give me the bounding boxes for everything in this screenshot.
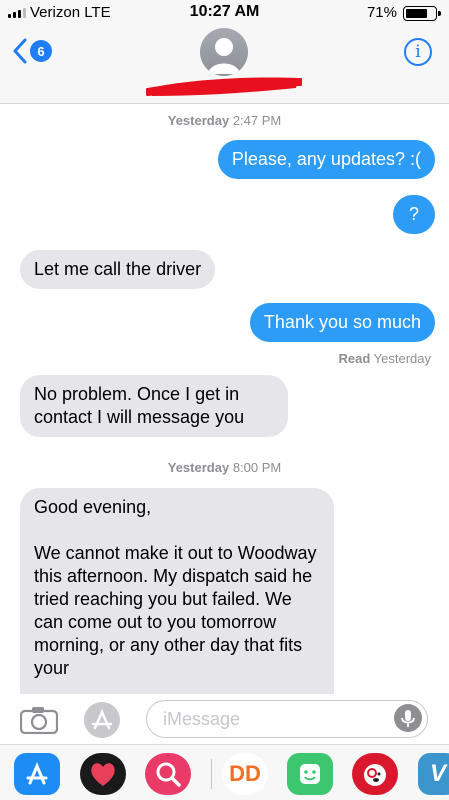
drawer-divider	[211, 759, 212, 789]
dunkin-dd-icon[interactable]: DD	[222, 753, 268, 795]
target-bullseye-dog-icon[interactable]	[352, 753, 398, 795]
bitmoji-icon[interactable]	[287, 753, 333, 795]
battery-icon	[403, 6, 441, 21]
battery-percentage: 71%	[366, 4, 397, 21]
timestamp-divider: Yesterday 2:47 PM	[167, 113, 282, 128]
unread-count-badge: 6	[30, 40, 52, 62]
outgoing-message[interactable]: Please, any updates? :(	[217, 140, 435, 179]
timestamp-divider: Yesterday 8:00 PM	[167, 460, 282, 475]
chevron-left-icon	[13, 38, 27, 64]
contact-avatar[interactable]	[200, 28, 248, 76]
app-store-icon	[85, 703, 119, 737]
imessage-app-drawer: DD V	[0, 744, 449, 800]
microphone-icon[interactable]	[394, 704, 422, 732]
incoming-message[interactable]: Let me call the driver	[20, 250, 216, 289]
conversation-header: 6 i	[0, 24, 449, 104]
compose-bar: iMessage	[0, 694, 449, 744]
venmo-v-icon[interactable]: V	[418, 753, 449, 795]
outgoing-message[interactable]: ?	[392, 195, 435, 234]
app-store-button[interactable]	[84, 702, 120, 738]
person-silhouette-icon	[208, 38, 240, 74]
info-button[interactable]: i	[404, 38, 432, 66]
message-input[interactable]: iMessage	[146, 700, 428, 738]
back-button[interactable]: 6	[12, 38, 52, 64]
camera-icon[interactable]	[20, 706, 58, 734]
message-thread[interactable]: Yesterday 2:47 PM Please, any updates? :…	[0, 105, 449, 694]
web-search-icon[interactable]	[145, 753, 191, 795]
app-store-icon[interactable]	[14, 753, 60, 795]
heart-photos-icon[interactable]	[80, 753, 126, 795]
status-bar: Verizon LTE 10:27 AM 71%	[0, 0, 449, 24]
read-receipt: Read Yesterday	[338, 351, 431, 366]
incoming-message[interactable]: Good evening, We cannot make it out to W…	[20, 488, 334, 694]
incoming-message[interactable]: No problem. Once I get in contact I will…	[20, 375, 288, 437]
redacted-contact-name	[146, 77, 302, 96]
outgoing-message[interactable]: Thank you so much	[249, 303, 435, 342]
